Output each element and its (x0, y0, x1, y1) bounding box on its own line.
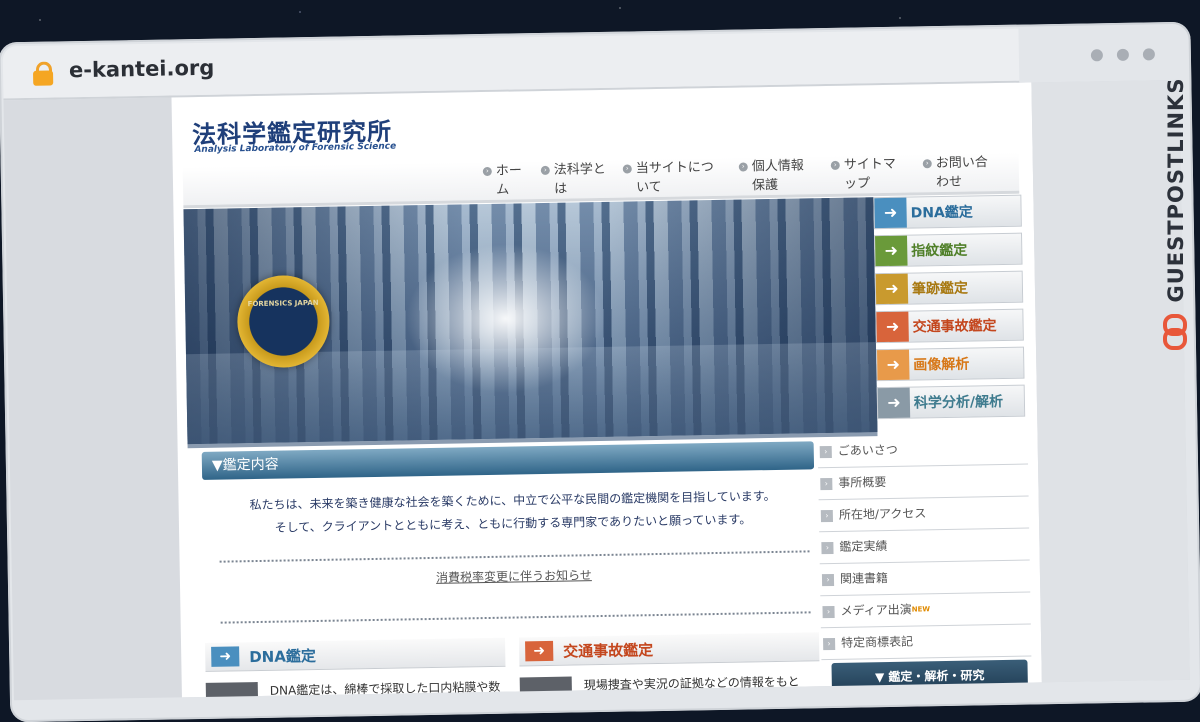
nav-item-home[interactable]: › ホーム (482, 161, 523, 200)
service-button-handwriting[interactable]: ➜ 筆跡鑑定 (874, 270, 1024, 306)
tax-notice-link[interactable]: 消費税率変更に伴うお知らせ (224, 562, 804, 589)
nav-item-about-forensics[interactable]: › 法科学とは (540, 160, 607, 199)
window-dot-icon[interactable] (1090, 49, 1104, 62)
hero-banner: FORENSICS JAPAN (183, 197, 878, 449)
menu-item-media[interactable]: › メディア出演NEW (820, 592, 1031, 629)
card-header-dna[interactable]: ➜ DNA鑑定 (205, 637, 506, 672)
menu-item-books[interactable]: › 関連書籍 (819, 560, 1031, 597)
arrow-right-icon: ➜ (877, 387, 911, 419)
card-header-traffic[interactable]: ➜ 交通事故鑑定 (518, 632, 820, 667)
nav-arrow-icon: › (738, 162, 748, 172)
nav-arrow-icon: › (830, 160, 840, 170)
menu-arrow-icon: › (823, 637, 836, 651)
arrow-right-icon: ➜ (525, 640, 554, 662)
service-button-image[interactable]: ➜ 画像解析 (875, 346, 1025, 382)
web-page: 法科学鑑定研究所 Analysis Laboratory of Forensic… (171, 82, 1042, 701)
nav-arrow-icon: › (622, 164, 632, 174)
window-dot-icon[interactable] (1142, 48, 1155, 61)
nav-item-about-site[interactable]: › 当サイトにつ いて (622, 158, 715, 198)
menu-item-overview[interactable]: › 事所概要 (818, 464, 1029, 501)
arrow-right-icon: ➜ (875, 235, 908, 267)
menu-item-results[interactable]: › 鑑定実績 (819, 528, 1030, 565)
service-button-traffic[interactable]: ➜ 交通事故鑑定 (875, 308, 1024, 344)
seal-label: FORENSICS JAPAN (247, 298, 319, 309)
nav-item-privacy[interactable]: › 個人情報 保護 (738, 156, 805, 195)
page-viewport: 法科学鑑定研究所 Analysis Laboratory of Forensic… (3, 79, 1190, 701)
right-menu: › ごあいさつ › 事所概要 › 所在地/アクセス › 鑑定実績 › 関連書籍 › メディア… (817, 432, 1032, 661)
window-dot-icon[interactable] (1116, 48, 1129, 61)
arrow-right-icon: ➜ (875, 273, 909, 305)
menu-item-access[interactable]: › 所在地/アクセス (818, 496, 1030, 533)
menu-arrow-icon: › (822, 605, 835, 619)
browser-window: e-kantei.org 法科学鑑定研究所 Analysis Laborator… (0, 2, 1200, 722)
intro-text: 私たちは、未来を築き健康な社会を築くために、中立で公平な民間の鑑定機関を目指して… (222, 484, 803, 540)
link-icon (1163, 314, 1189, 350)
menu-item-greeting[interactable]: › ごあいさつ (817, 432, 1029, 469)
section-title: ▼鑑定内容 (201, 441, 815, 480)
arrow-right-icon: ➜ (874, 197, 907, 229)
menu-arrow-icon: › (819, 445, 832, 459)
dotted-divider (220, 611, 811, 624)
guestpostlinks-watermark: GUESTPOSTLINKS (1158, 58, 1194, 358)
arrow-right-icon: ➜ (211, 646, 240, 667)
nav-arrow-icon: › (922, 159, 932, 169)
dotted-divider (219, 550, 810, 563)
nav-arrow-icon: › (482, 166, 492, 177)
menu-arrow-icon: › (820, 477, 833, 491)
nav-arrow-icon: › (540, 165, 550, 176)
nav-item-contact[interactable]: › お問い合 わせ (922, 153, 989, 192)
menu-arrow-icon: › (821, 541, 834, 555)
site-logo-subtitle: Analysis Laboratory of Forensic Science (194, 141, 397, 156)
window-controls (1090, 48, 1155, 62)
watermark-text: GUESTPOSTLINKS (1164, 77, 1188, 303)
arrow-right-icon: ➜ (877, 349, 910, 381)
service-button-science[interactable]: ➜ 科学分析/解析 (876, 384, 1026, 420)
service-buttons: ➜ DNA鑑定 ➜ 指紋鑑定 ➜ 筆跡鑑定 ➜ 交通事故鑑定 ➜ 画像解析 ➜ … (873, 194, 1027, 426)
menu-arrow-icon: › (821, 573, 835, 587)
new-badge: NEW (911, 605, 931, 614)
menu-item-trade-law[interactable]: › 特定商標表記 (820, 624, 1032, 661)
service-button-fingerprint[interactable]: ➜ 指紋鑑定 (874, 232, 1023, 268)
url-text[interactable]: e-kantei.org (69, 56, 215, 83)
menu-arrow-icon: › (820, 509, 834, 523)
arrow-right-icon: ➜ (876, 311, 909, 343)
service-button-dna[interactable]: ➜ DNA鑑定 (873, 194, 1022, 230)
lock-icon (33, 61, 54, 86)
nav-item-sitemap[interactable]: › サイトマ ップ (830, 155, 897, 194)
